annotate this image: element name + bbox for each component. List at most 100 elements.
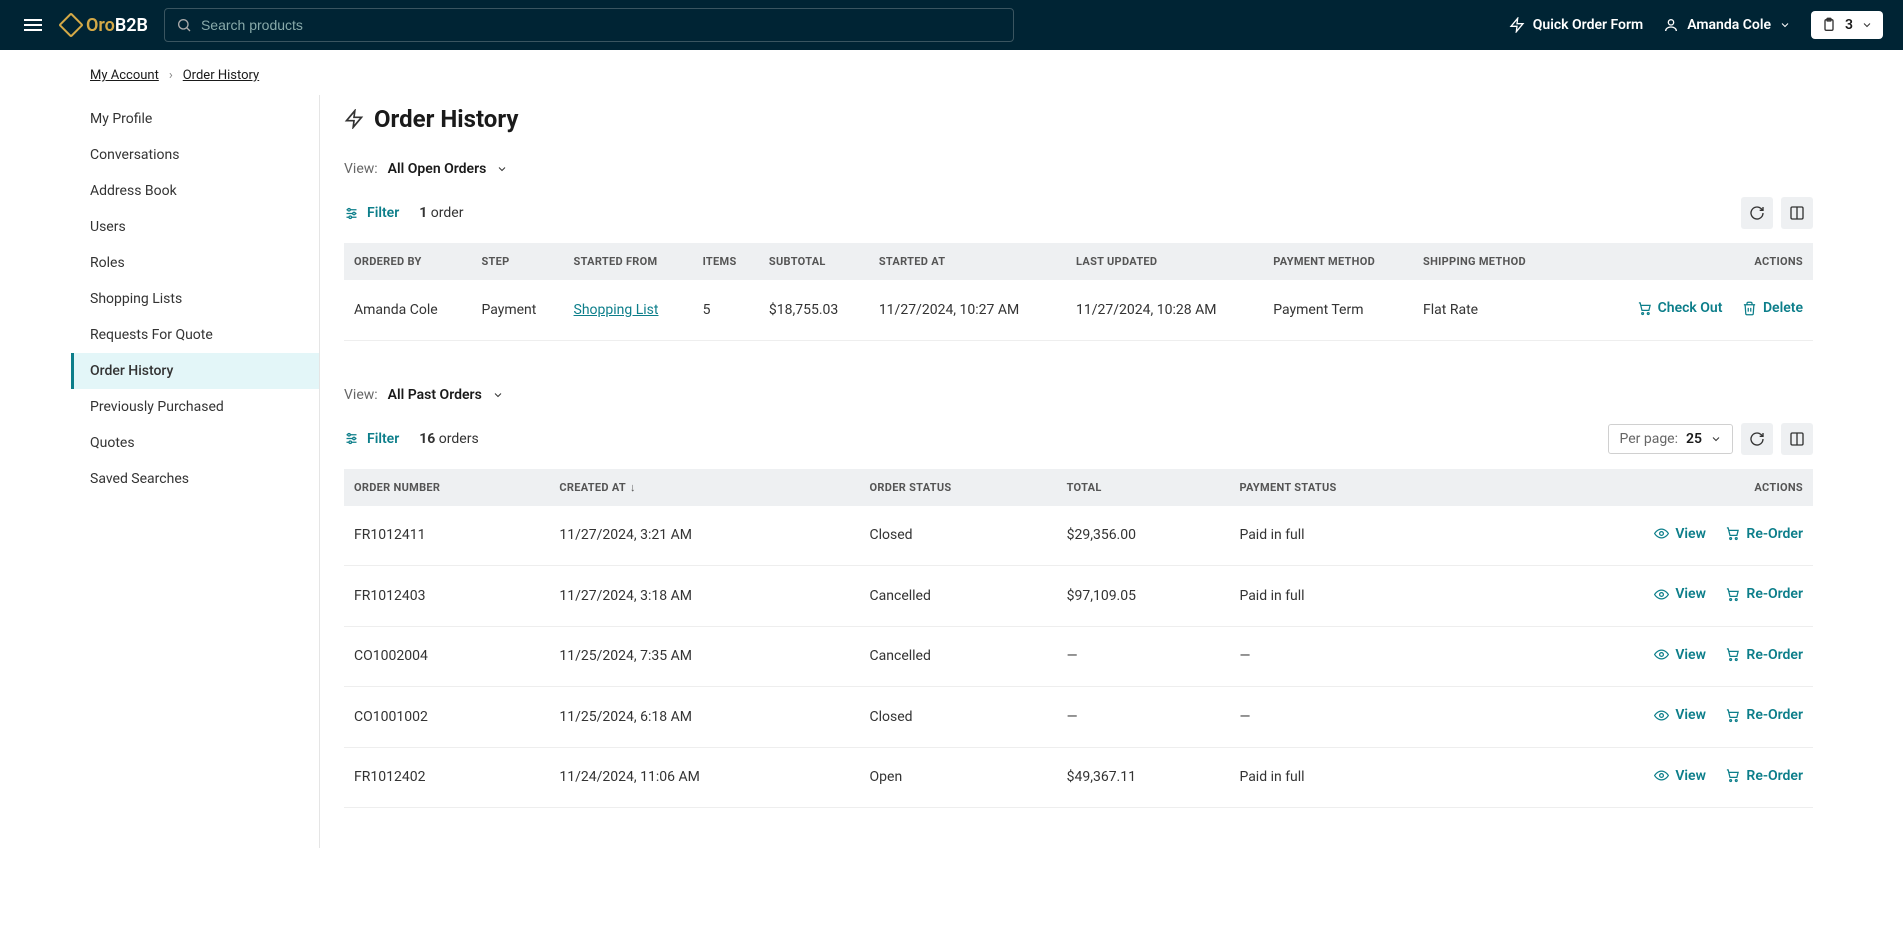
cell-order-status: Cancelled [860,626,1057,687]
cell-order-status: Cancelled [860,566,1057,627]
table-row[interactable]: Amanda Cole Payment Shopping List 5 $18,… [344,280,1813,340]
cell-order-status: Closed [860,506,1057,566]
bolt-icon [344,109,364,129]
col-total[interactable]: Total [1057,469,1230,506]
filter-button[interactable]: Filter [344,205,399,221]
cell-order-number: FR1012411 [344,506,549,566]
per-page-value: 25 [1686,431,1702,447]
shopping-list-link[interactable]: Shopping List [574,302,659,318]
col-shipping-method[interactable]: Shipping Method [1413,243,1564,280]
page-title-text: Order History [374,105,518,133]
cell-payment-method: Payment Term [1263,280,1413,340]
sliders-icon [344,206,359,221]
reorder-button[interactable]: Re-Order [1725,647,1803,663]
reorder-button[interactable]: Re-Order [1725,707,1803,723]
col-created-at[interactable]: Created At↓ [549,469,859,506]
sidebar-item[interactable]: Roles [90,245,319,281]
sidebar-item[interactable]: Requests For Quote [90,317,319,353]
chevron-down-icon[interactable] [496,163,508,175]
eye-icon [1654,526,1669,541]
user-menu[interactable]: Amanda Cole [1663,17,1791,33]
sidebar-item[interactable]: Quotes [90,425,319,461]
view-button[interactable]: View [1654,647,1706,663]
logo-text-2: B2B [115,15,148,36]
chevron-down-icon[interactable] [492,389,504,401]
eye-icon [1654,587,1669,602]
sidebar-item[interactable]: Users [90,209,319,245]
bolt-icon [1509,17,1525,33]
col-subtotal[interactable]: Subtotal [759,243,869,280]
breadcrumb-wrap: My Account › Order History [0,50,1903,95]
delete-button[interactable]: Delete [1742,300,1803,316]
col-payment-status[interactable]: Payment Status [1229,469,1456,506]
table-row[interactable]: CO1001002 11/25/2024, 6:18 AM Closed — —… [344,687,1813,748]
per-page-selector[interactable]: Per page: 25 [1608,424,1733,454]
breadcrumb-link[interactable]: Order History [183,68,259,83]
cell-shipping-method: Flat Rate [1413,280,1564,340]
columns-button[interactable] [1781,423,1813,455]
col-items[interactable]: Items [693,243,759,280]
table-row[interactable]: CO1002004 11/25/2024, 7:35 AM Cancelled … [344,626,1813,687]
refresh-button[interactable] [1741,423,1773,455]
cell-total: $49,367.11 [1057,747,1230,808]
cart-icon [1725,587,1740,602]
table-row[interactable]: FR1012403 11/27/2024, 3:18 AM Cancelled … [344,566,1813,627]
logo-text-1: Oro [86,15,115,36]
col-step[interactable]: Step [471,243,563,280]
col-started-from[interactable]: Started From [564,243,693,280]
columns-button[interactable] [1781,197,1813,229]
cell-created-at: 11/25/2024, 6:18 AM [549,687,859,748]
logo[interactable]: OroB2B [62,15,148,36]
cell-actions: View Re-Order [1456,566,1813,627]
columns-icon [1789,205,1805,221]
sidebar-item[interactable]: Address Book [90,173,319,209]
view-selector-open: View: All Open Orders [344,161,1813,177]
table-row[interactable]: FR1012411 11/27/2024, 3:21 AM Closed $29… [344,506,1813,566]
reorder-button[interactable]: Re-Order [1725,586,1803,602]
view-button[interactable]: View [1654,526,1706,542]
col-ordered-by[interactable]: Ordered By [344,243,471,280]
chevron-right-icon: › [169,68,173,83]
table-row[interactable]: FR1012402 11/24/2024, 11:06 AM Open $49,… [344,747,1813,808]
breadcrumb-link[interactable]: My Account [90,68,159,83]
chevron-down-icon [1710,433,1722,445]
view-button[interactable]: View [1654,707,1706,723]
sidebar-item[interactable]: My Profile [90,101,319,137]
quick-order-link[interactable]: Quick Order Form [1509,17,1643,33]
refresh-button[interactable] [1741,197,1773,229]
cell-actions: View Re-Order [1456,506,1813,566]
cell-last-updated: 11/27/2024, 10:28 AM [1066,280,1263,340]
col-order-status[interactable]: Order Status [860,469,1057,506]
reorder-button[interactable]: Re-Order [1725,768,1803,784]
sidebar-item[interactable]: Conversations [90,137,319,173]
sidebar-item[interactable]: Order History [71,353,319,389]
view-value[interactable]: All Past Orders [388,387,482,403]
view-button[interactable]: View [1654,768,1706,784]
cell-actions: View Re-Order [1456,626,1813,687]
user-name: Amanda Cole [1687,17,1771,33]
cell-total: — [1057,687,1230,748]
search-container [164,8,1014,42]
col-last-updated[interactable]: Last Updated [1066,243,1263,280]
view-value[interactable]: All Open Orders [388,161,487,177]
reorder-button[interactable]: Re-Order [1725,526,1803,542]
col-payment-method[interactable]: Payment Method [1263,243,1413,280]
col-started-at[interactable]: Started At [869,243,1066,280]
view-button[interactable]: View [1654,586,1706,602]
menu-toggle-icon[interactable] [20,15,46,35]
user-icon [1663,17,1679,33]
cart-button[interactable]: 3 [1811,11,1883,39]
cell-items: 5 [693,280,759,340]
clipboard-icon [1821,17,1837,33]
search-input[interactable] [164,8,1014,42]
col-actions: Actions [1456,469,1813,506]
view-label: View: [344,161,378,177]
checkout-button[interactable]: Check Out [1637,300,1723,316]
sidebar-item[interactable]: Previously Purchased [90,389,319,425]
sidebar-item[interactable]: Shopping Lists [90,281,319,317]
filter-button[interactable]: Filter [344,431,399,447]
sidebar-item[interactable]: Saved Searches [90,461,319,497]
cell-created-at: 11/27/2024, 3:21 AM [549,506,859,566]
col-order-number[interactable]: Order Number [344,469,549,506]
page-title: Order History [344,105,1813,133]
